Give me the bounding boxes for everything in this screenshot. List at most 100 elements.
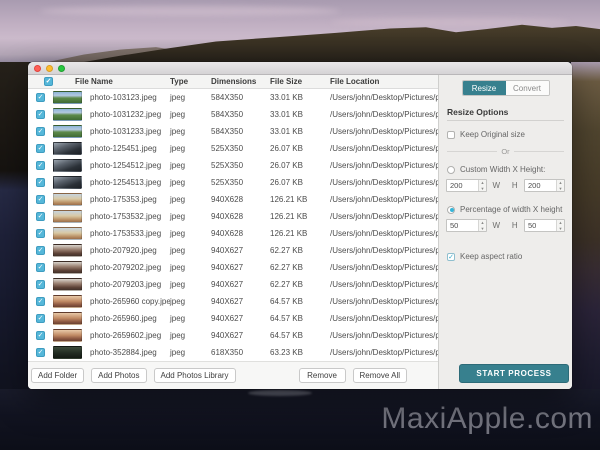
row-checkbox[interactable]: ✓	[36, 297, 45, 306]
percentage-width-stepper[interactable]: ▲ ▼	[478, 220, 486, 231]
row-checkbox[interactable]: ✓	[36, 195, 45, 204]
row-file-location: /Users/john/Desktop/Pictures/p...	[330, 246, 438, 255]
row-file-size: 33.01 KB	[270, 127, 303, 136]
table-row[interactable]: ✓ photo-1753533.jpeg jpeg 940X628 126.21…	[28, 225, 438, 242]
row-dimensions: 525X350	[211, 161, 244, 170]
select-all-checkbox[interactable]: ✓	[44, 77, 53, 86]
percentage-width-input[interactable]: 50 ▲ ▼	[446, 219, 487, 232]
table-row[interactable]: ✓ photo-175353.jpeg jpeg 940X628 126.21 …	[28, 191, 438, 208]
percentage-size-radio[interactable]	[447, 205, 455, 214]
table-row[interactable]: ✓ photo-1031232.jpeg jpeg 584X350 33.01 …	[28, 106, 438, 123]
wave-detail	[248, 390, 312, 396]
table-row[interactable]: ✓ photo-2079203.jpeg jpeg 940X627 62.27 …	[28, 276, 438, 293]
percentage-size-label: Percentage of width X height	[460, 205, 563, 214]
table-row[interactable]: ✓ photo-265960.jpeg jpeg 940X627 64.57 K…	[28, 310, 438, 327]
table-row[interactable]: ✓ photo-1031233.jpeg jpeg 584X350 33.01 …	[28, 123, 438, 140]
row-checkbox[interactable]: ✓	[36, 161, 45, 170]
row-thumbnail	[53, 176, 82, 189]
row-thumbnail	[53, 125, 82, 138]
tab-resize[interactable]: Resize	[462, 81, 506, 95]
custom-width-stepper[interactable]: ▲ ▼	[478, 180, 486, 191]
width-label: W	[492, 181, 501, 190]
row-checkbox[interactable]: ✓	[36, 331, 45, 340]
zoom-button[interactable]	[58, 64, 65, 72]
row-file-location: /Users/john/Desktop/Pictures/p...	[330, 348, 438, 357]
row-dimensions: 618X350	[211, 348, 244, 357]
row-dimensions: 584X350	[211, 110, 244, 119]
mode-tabs: Resize Convert	[461, 80, 550, 96]
row-type: jpeg	[170, 127, 186, 136]
custom-size-radio[interactable]	[447, 165, 455, 174]
row-file-location: /Users/john/Desktop/Pictures/p...	[330, 280, 438, 289]
row-checkbox[interactable]: ✓	[36, 229, 45, 238]
row-type: jpeg	[170, 195, 186, 204]
cloud	[330, 18, 570, 26]
row-thumbnail	[53, 261, 82, 274]
row-thumbnail	[53, 244, 82, 257]
table-row[interactable]: ✓ photo-1753532.jpeg jpeg 940X628 126.21…	[28, 208, 438, 225]
row-type: jpeg	[170, 110, 186, 119]
height-label: H	[511, 181, 518, 190]
row-file-size: 63.23 KB	[270, 348, 303, 357]
row-file-name: photo-352884.jpeg	[90, 348, 157, 357]
column-header-file-location[interactable]: File Location	[330, 77, 379, 86]
row-checkbox[interactable]: ✓	[36, 263, 45, 272]
add-photos-button[interactable]: Add Photos	[91, 368, 147, 383]
row-checkbox[interactable]: ✓	[36, 127, 45, 136]
tab-convert[interactable]: Convert	[505, 81, 549, 95]
row-type: jpeg	[170, 93, 186, 102]
row-checkbox[interactable]: ✓	[36, 110, 45, 119]
row-checkbox[interactable]: ✓	[36, 348, 45, 357]
row-checkbox[interactable]: ✓	[36, 280, 45, 289]
row-checkbox[interactable]: ✓	[36, 212, 45, 221]
percentage-height-input[interactable]: 50 ▲ ▼	[524, 219, 565, 232]
row-file-location: /Users/john/Desktop/Pictures/p...	[330, 127, 438, 136]
keep-original-checkbox[interactable]: ✓	[447, 130, 455, 139]
add-photos-library-button[interactable]: Add Photos Library	[153, 368, 236, 383]
column-header-file-name[interactable]: File Name	[75, 77, 113, 86]
custom-width-input[interactable]: 200 ▲ ▼	[446, 179, 487, 192]
row-thumbnail	[53, 278, 82, 291]
column-header-dimensions[interactable]: Dimensions	[211, 77, 256, 86]
custom-size-row: Custom Width X Height:	[447, 165, 564, 174]
row-file-size: 126.21 KB	[270, 229, 308, 238]
percentage-height-stepper[interactable]: ▲ ▼	[556, 220, 564, 231]
close-button[interactable]	[34, 64, 41, 72]
minimize-button[interactable]	[46, 64, 53, 72]
table-row[interactable]: ✓ photo-125451.jpeg jpeg 525X350 26.07 K…	[28, 140, 438, 157]
row-type: jpeg	[170, 212, 186, 221]
row-checkbox[interactable]: ✓	[36, 178, 45, 187]
table-row[interactable]: ✓ photo-207920.jpeg jpeg 940X627 62.27 K…	[28, 242, 438, 259]
titlebar[interactable]	[28, 62, 572, 75]
row-checkbox[interactable]: ✓	[36, 93, 45, 102]
table-row[interactable]: ✓ photo-352884.jpeg jpeg 618X350 63.23 K…	[28, 344, 438, 361]
window-content: ✓ File Name Type Dimensions File Size Fi…	[28, 75, 572, 389]
height-label: H	[511, 221, 518, 230]
custom-height-input[interactable]: 200 ▲ ▼	[524, 179, 565, 192]
keep-aspect-checkbox[interactable]: ✓	[447, 252, 455, 261]
row-file-name: photo-1254512.jpeg	[90, 161, 162, 170]
row-thumbnail	[53, 193, 82, 206]
row-checkbox[interactable]: ✓	[36, 246, 45, 255]
table-row[interactable]: ✓ photo-265960 copy.jpeg jpeg 940X627 64…	[28, 293, 438, 310]
row-thumbnail	[53, 108, 82, 121]
column-header-file-size[interactable]: File Size	[270, 77, 302, 86]
row-thumbnail	[53, 227, 82, 240]
row-checkbox[interactable]: ✓	[36, 314, 45, 323]
custom-height-stepper[interactable]: ▲ ▼	[556, 180, 564, 191]
row-dimensions: 525X350	[211, 144, 244, 153]
table-row[interactable]: ✓ photo-1254513.jpeg jpeg 525X350 26.07 …	[28, 174, 438, 191]
row-file-name: photo-1031233.jpeg	[90, 127, 162, 136]
remove-all-button[interactable]: Remove All	[352, 368, 407, 383]
row-file-size: 26.07 KB	[270, 161, 303, 170]
row-checkbox[interactable]: ✓	[36, 144, 45, 153]
table-row[interactable]: ✓ photo-2079202.jpeg jpeg 940X627 62.27 …	[28, 259, 438, 276]
remove-button[interactable]: Remove	[298, 368, 346, 383]
table-row[interactable]: ✓ photo-103123.jpeg jpeg 584X350 33.01 K…	[28, 89, 438, 106]
table-row[interactable]: ✓ photo-1254512.jpeg jpeg 525X350 26.07 …	[28, 157, 438, 174]
add-folder-button[interactable]: Add Folder	[31, 368, 85, 383]
column-header-type[interactable]: Type	[170, 77, 188, 86]
start-process-button[interactable]: START PROCESS	[459, 364, 569, 383]
row-file-location: /Users/john/Desktop/Pictures/p...	[330, 229, 438, 238]
table-row[interactable]: ✓ photo-2659602.jpeg jpeg 940X627 64.57 …	[28, 327, 438, 344]
